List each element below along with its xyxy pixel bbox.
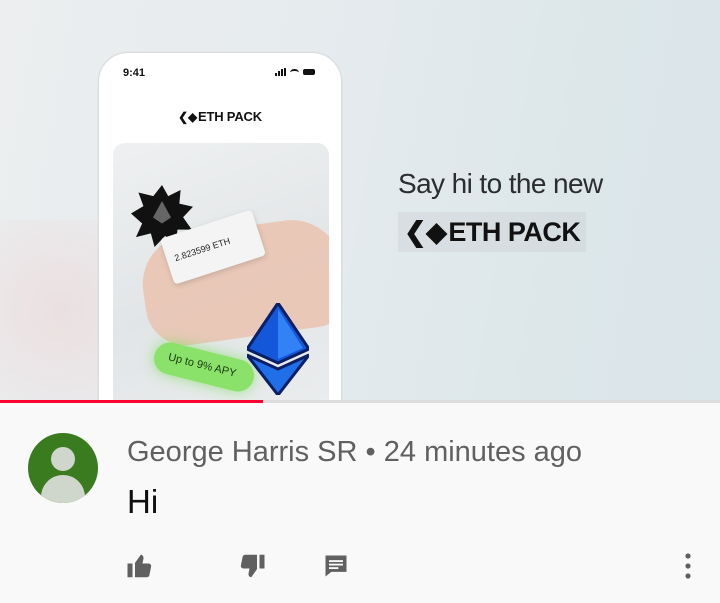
avatar[interactable] [28, 433, 98, 503]
comment-meta: George Harris SR • 24 minutes ago [127, 436, 582, 469]
video-thumbnail[interactable]: 9:41 ❮◆ETH PACK 2.823599 ETH Up to 9% AP… [0, 0, 720, 400]
like-button[interactable] [122, 548, 158, 584]
apy-label: Up to 9% APY [166, 351, 238, 380]
comment-actions [0, 548, 720, 588]
thumbs-down-icon [240, 554, 265, 578]
phone-brand-logo: ❮◆ETH PACK [99, 109, 341, 124]
comment-item: George Harris SR • 24 minutes ago Hi [0, 403, 720, 603]
eth-amount: 2.823599 ETH [173, 235, 232, 264]
phone-brand-text: ETH PACK [198, 109, 262, 124]
product-image: 2.823599 ETH Up to 9% APY [113, 143, 329, 400]
battery-icon [303, 69, 315, 75]
phone-mockup: 9:41 ❮◆ETH PACK 2.823599 ETH Up to 9% AP… [98, 52, 342, 400]
ad-tagline: Say hi to the new [398, 168, 603, 199]
phone-status-icons [275, 68, 315, 76]
reply-button[interactable] [318, 548, 354, 584]
more-vertical-icon [685, 553, 691, 579]
ad-brand-text: ETH PACK [448, 217, 581, 247]
meta-separator: • [365, 436, 376, 468]
comment-icon [325, 555, 347, 577]
eth-pack-logo-icon: ❮◆ [404, 217, 447, 247]
dislike-button[interactable] [234, 548, 270, 584]
wifi-icon [290, 68, 299, 76]
app-root: 9:41 ❮◆ETH PACK 2.823599 ETH Up to 9% AP… [0, 0, 720, 603]
avatar-head [51, 447, 75, 471]
thumbs-up-icon [127, 554, 152, 578]
apy-pill: Up to 9% APY [150, 339, 258, 395]
ethereum-logo-icon [247, 303, 309, 395]
avatar-body [41, 475, 85, 503]
ad-brand: ❮◆ETH PACK [398, 212, 587, 252]
comment-author[interactable]: George Harris SR [127, 436, 357, 468]
signal-icon [275, 68, 286, 76]
comment-time: 24 minutes ago [383, 436, 583, 468]
phone-time: 9:41 [123, 67, 146, 79]
comment-text: Hi [127, 483, 159, 520]
eth-pack-logo-icon: ❮◆ [178, 110, 197, 124]
more-options-button[interactable] [670, 548, 706, 584]
